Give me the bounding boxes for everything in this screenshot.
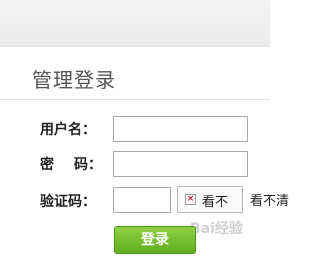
page-title: 管理登录 [32, 68, 116, 92]
password-input[interactable] [113, 151, 248, 177]
watermark: Bai经验 [190, 221, 243, 237]
captcha-alt-text: 看不 [202, 195, 229, 210]
captcha-image[interactable]: × 看不 [177, 186, 243, 213]
login-button[interactable]: 登录 [114, 226, 196, 254]
password-label: 密 码： [40, 154, 102, 174]
password-label-part1: 密 [40, 157, 54, 173]
username-input[interactable] [113, 116, 248, 142]
password-label-part2: 码： [74, 157, 102, 173]
broken-image-icon: × [185, 194, 196, 205]
top-banner [0, 0, 270, 47]
captcha-input[interactable] [113, 187, 171, 213]
captcha-label: 验证码： [40, 194, 96, 210]
title-divider [0, 99, 270, 100]
refresh-captcha-link[interactable]: 看不清 [250, 190, 289, 209]
username-label: 用户名： [40, 122, 96, 138]
login-page: 管理登录 用户名： 密 码： 验证码： × 看不 看不清 Bai经验 登录 [0, 0, 289, 270]
